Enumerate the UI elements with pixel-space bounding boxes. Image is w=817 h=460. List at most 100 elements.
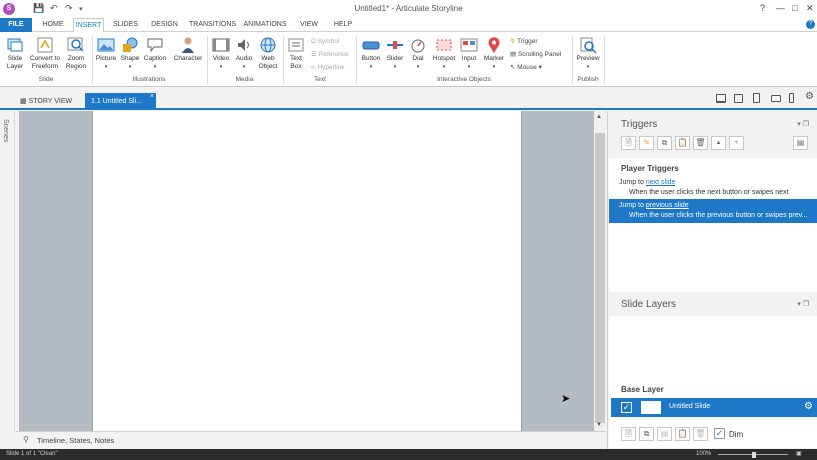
ribbon-divider — [92, 36, 93, 84]
duplicate-layer-icon[interactable]: ⧉ — [639, 427, 654, 441]
ribbon-divider — [572, 36, 573, 84]
scrolling-panel-icon: ▤ — [510, 51, 518, 58]
trigger-button[interactable]: ↯ Trigger — [510, 37, 538, 46]
paste-trigger-icon[interactable]: 📋 — [675, 136, 690, 150]
layers-panel-controls-icon[interactable]: ▾ ❐ — [797, 300, 809, 308]
settings-gear-icon[interactable]: ⚙ — [805, 91, 814, 102]
trigger-item-previous[interactable]: Jump to previous slide When the user cli… — [609, 199, 817, 223]
freeform-icon — [37, 37, 53, 53]
story-view-icon: ▦ — [20, 98, 29, 105]
text-box-button[interactable]: Text Box — [285, 36, 307, 71]
symbol-label: Symbol — [317, 38, 340, 45]
shape-button[interactable]: Shape ▾ — [119, 36, 141, 71]
video-button[interactable]: Video ▾ — [209, 36, 233, 71]
scrolling-panel-button[interactable]: ▤ Scrolling Panel — [510, 50, 561, 59]
zoom-region-button[interactable]: Zoom Region — [63, 36, 89, 71]
dim-checkbox[interactable]: ✓ — [714, 428, 725, 439]
menu-transitions[interactable]: TRANSITIONS — [189, 18, 236, 32]
copy-trigger-icon[interactable]: ⧉ — [657, 136, 672, 150]
layer-settings-gear-icon[interactable]: ⚙ — [804, 401, 813, 412]
character-button[interactable]: Character — [172, 36, 204, 63]
web-object-button[interactable]: Web Object — [256, 36, 280, 71]
scroll-down-icon[interactable]: ▼ — [596, 422, 602, 428]
button-label: Button — [361, 55, 381, 62]
button-tool[interactable]: Button ▾ — [358, 36, 384, 71]
reference-label: Reference — [318, 51, 349, 58]
picture-button[interactable]: Picture ▾ — [94, 36, 118, 71]
scroll-up-icon[interactable]: ▲ — [596, 114, 602, 120]
reference-button[interactable]: ☰ Reference — [311, 50, 349, 59]
triggers-panel-controls-icon[interactable]: ▾ ❐ — [797, 120, 809, 128]
story-view-label: STORY VIEW — [28, 98, 73, 105]
trigger-label: Trigger — [517, 38, 538, 45]
text-box-label: Text Box — [290, 55, 302, 70]
fit-to-window-icon[interactable]: ▣ — [796, 449, 802, 460]
previous-slide-link[interactable]: previous slide — [646, 202, 689, 209]
video-label: Video — [212, 55, 230, 62]
character-label: Character — [173, 55, 203, 62]
new-layer-icon[interactable]: 🗎 — [621, 427, 636, 441]
mouse-button[interactable]: ↖ Mouse ▾ — [510, 63, 542, 72]
new-trigger-icon[interactable]: 🗎 — [621, 136, 636, 150]
menu-animations[interactable]: ANIMATIONS — [242, 18, 288, 32]
copy-layer-icon[interactable]: ▤ — [657, 427, 672, 441]
menu-slides[interactable]: SLIDES — [112, 18, 139, 32]
character-icon — [182, 37, 194, 53]
delete-trigger-icon[interactable]: 🗑 — [693, 136, 708, 150]
menu-design[interactable]: DESIGN — [148, 18, 181, 32]
slide-canvas[interactable] — [92, 111, 522, 431]
input-icon — [460, 38, 478, 52]
publish-group-label: Publish — [577, 76, 599, 83]
move-down-icon[interactable]: ▼ — [729, 136, 744, 150]
help-icon[interactable]: ? — [806, 20, 815, 29]
dial-tool[interactable]: Dial ▾ — [407, 36, 429, 71]
marker-tool[interactable]: Marker ▾ — [481, 36, 507, 71]
interactive-objects-group-label: Interactive Objects — [437, 76, 491, 83]
hotspot-icon — [436, 39, 452, 51]
base-layer-item[interactable]: ✓ Untitled Slide ⚙ — [611, 398, 817, 417]
timeline-bar[interactable]: ⚲ Timeline, States, Notes — [15, 431, 606, 449]
help-question-icon[interactable]: ? — [760, 3, 765, 13]
manage-variables-icon[interactable]: ▤ — [793, 136, 808, 150]
paste-layer-icon[interactable]: 📋 — [675, 427, 690, 441]
convert-to-freeform-button[interactable]: Convert to Freeform — [27, 36, 63, 71]
tab-story-view[interactable]: ▦ STORY VIEW — [14, 93, 78, 110]
audio-button[interactable]: Audio ▾ — [233, 36, 255, 71]
slider-tool[interactable]: Slider ▾ — [384, 36, 406, 71]
tab-slide[interactable]: 1.1 Untitled Sli... × — [85, 93, 156, 110]
menu-help[interactable]: HELP — [332, 18, 354, 32]
menu-view[interactable]: VIEW — [297, 18, 321, 32]
hotspot-tool[interactable]: Hotspot ▾ — [430, 36, 458, 71]
close-window-icon[interactable]: ✕ — [806, 3, 814, 14]
trigger-item-next[interactable]: Jump to next slide When the user clicks … — [609, 178, 817, 198]
delete-layer-icon[interactable]: 🗑 — [693, 427, 708, 441]
layer-visibility-checkbox[interactable]: ✓ — [621, 402, 632, 413]
menu-home[interactable]: HOME — [38, 18, 68, 32]
phone-portrait-icon[interactable] — [789, 93, 794, 103]
phone-landscape-icon[interactable] — [771, 95, 781, 102]
input-tool[interactable]: Input ▾ — [458, 36, 480, 71]
scenes-panel-tab[interactable]: Scenes — [0, 111, 15, 431]
preview-button[interactable]: Preview ▾ — [574, 36, 602, 71]
next-slide-link[interactable]: next slide — [646, 179, 676, 186]
canvas-vertical-scrollbar[interactable]: ▲ ▼ — [594, 111, 606, 431]
zoom-slider-handle[interactable] — [752, 452, 756, 458]
maximize-icon[interactable]: □ — [792, 3, 797, 13]
close-tab-icon[interactable]: × — [150, 88, 154, 105]
desktop-view-icon[interactable] — [716, 94, 726, 103]
menu-file[interactable]: FILE — [0, 18, 32, 32]
trigger-condition: When the user clicks the previous button… — [629, 212, 808, 219]
symbol-button[interactable]: Ω Symbol — [311, 37, 339, 46]
hyperlink-button[interactable]: ∞ Hyperlink — [311, 63, 345, 72]
menu-insert[interactable]: INSERT — [73, 18, 104, 33]
move-up-icon[interactable]: ▲ — [711, 136, 726, 150]
tablet-landscape-icon[interactable] — [734, 94, 743, 103]
minimize-icon[interactable]: — — [776, 3, 785, 13]
trigger-condition: When the user clicks the next button or … — [629, 189, 789, 196]
tablet-portrait-icon[interactable] — [753, 93, 760, 103]
caption-button[interactable]: Caption ▾ — [142, 36, 168, 71]
slide-layer-button[interactable]: Slide Layer — [3, 36, 27, 71]
preview-icon — [580, 37, 597, 54]
edit-trigger-icon[interactable]: ✎ — [639, 136, 654, 150]
scrollbar-thumb[interactable] — [595, 133, 605, 423]
